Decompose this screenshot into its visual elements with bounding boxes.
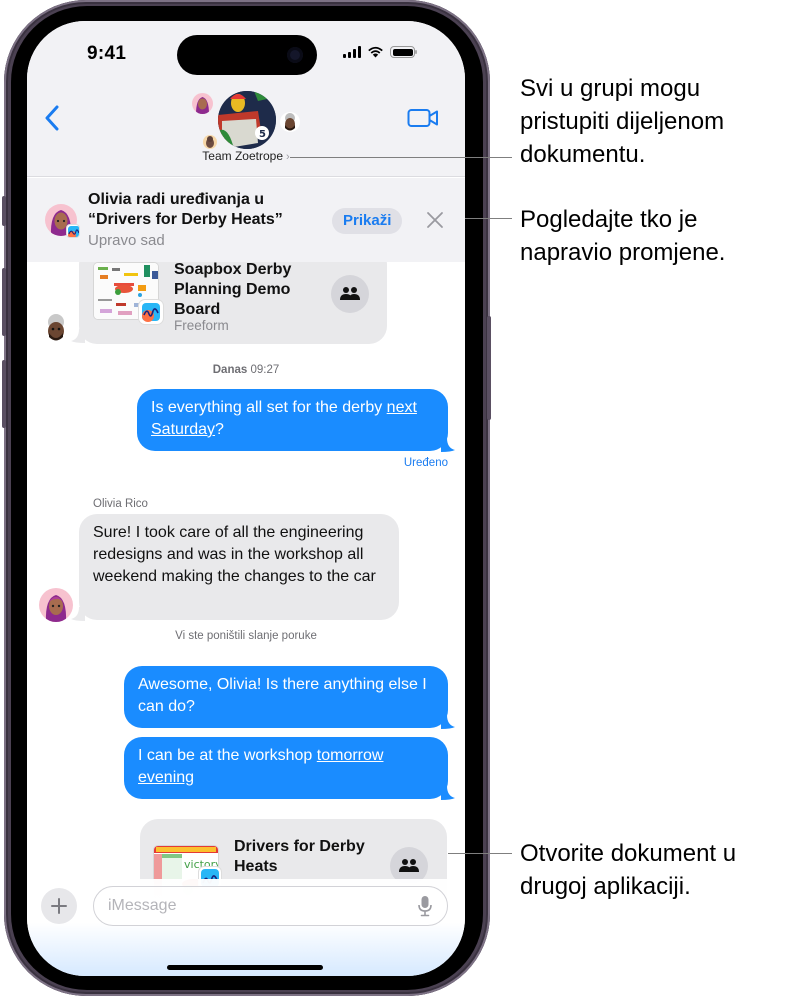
banner-title: Olivia radi uređivanja u “Drivers for De…: [88, 191, 283, 228]
card-title: Drivers for Derby Heats: [234, 838, 365, 875]
side-button: [487, 316, 491, 420]
group-avatar[interactable]: 5: [218, 91, 276, 149]
edited-label[interactable]: Uređeno: [404, 457, 448, 469]
callout-open-document: Otvorite dokument u drugoj aplikaciji.: [520, 840, 737, 900]
member-avatar: [203, 135, 217, 149]
message-text-end: ?: [215, 421, 224, 438]
microphone-icon[interactable]: [417, 895, 433, 917]
callout-see-changes: Pogledajte tko je napravio promjene.: [520, 206, 726, 266]
cellular-signal-icon: [343, 46, 361, 58]
bubble-tail: [441, 438, 455, 452]
view-button[interactable]: Prikaži: [332, 208, 403, 234]
timestamp-time: 09:27: [250, 364, 280, 376]
people-icon: [399, 859, 419, 872]
close-icon[interactable]: [425, 210, 445, 230]
message-text: I can be at the workshop: [138, 747, 317, 764]
freeform-app-badge: [66, 224, 80, 238]
unsend-notice: Vi ste poništili slanje poruke: [175, 630, 317, 642]
card-title: Soapbox Derby Planning Demo Board: [174, 261, 292, 318]
battery-icon: [390, 46, 417, 58]
camera-icon: [287, 47, 303, 63]
message-text: Is everything all set for the derby: [151, 399, 387, 416]
messages-screen: Soapbox Derby Planning Demo Board Freefo…: [27, 21, 465, 976]
message-text: Sure! I took care of all the engineering…: [93, 524, 376, 585]
message-text: Awesome, Olivia! Is there anything else …: [138, 676, 427, 715]
sender-avatar-memoji: [41, 313, 71, 343]
incoming-message[interactable]: Sure! I took care of all the engineering…: [79, 514, 399, 620]
status-bar: 9:41: [27, 21, 465, 91]
freeform-app-badge: [139, 300, 163, 324]
callout-group-access: Svi u grupi mogu pristupiti dijeljenom d…: [520, 75, 725, 168]
sender-name: Olivia Rico: [93, 498, 148, 510]
collaboration-update-banner[interactable]: Olivia radi uređivanja u “Drivers for De…: [27, 178, 465, 262]
plus-button[interactable]: [41, 888, 77, 924]
video-camera-icon[interactable]: [407, 107, 439, 129]
wifi-icon: [368, 46, 383, 58]
outgoing-message[interactable]: Awesome, Olivia! Is there anything else …: [124, 666, 448, 728]
message-input-bar: [27, 879, 465, 976]
member-avatar: [192, 93, 213, 114]
bubble-tail: [441, 786, 455, 800]
svg-text:5: 5: [259, 129, 266, 140]
card-app-name: Freeform: [174, 318, 229, 333]
volume-up-button: [2, 268, 6, 336]
group-name: Team Zoetrope: [202, 149, 284, 163]
member-avatar: [280, 112, 300, 132]
plus-icon: [51, 898, 67, 914]
status-time: 9:41: [87, 43, 127, 64]
bubble-tail: [71, 607, 85, 621]
dynamic-island: [177, 35, 317, 75]
chevron-left-icon[interactable]: [41, 103, 65, 133]
timestamp: Danas 09:27: [27, 364, 465, 376]
action-button: [2, 196, 6, 226]
volume-down-button: [2, 360, 6, 428]
conversation-header: 5 Team Zoetrope ›: [27, 91, 465, 177]
people-icon: [340, 287, 360, 300]
home-indicator[interactable]: [167, 965, 323, 970]
imessage-input[interactable]: [93, 886, 448, 926]
group-name-button[interactable]: Team Zoetrope ›: [27, 149, 465, 163]
outgoing-message[interactable]: I can be at the workshop tomorrow evenin…: [124, 737, 448, 799]
sender-avatar-olivia: [39, 588, 73, 622]
banner-subtitle: Upravo sad: [88, 232, 165, 249]
callout-leader-line: [290, 157, 512, 158]
outgoing-message[interactable]: Is everything all set for the derby next…: [137, 389, 448, 451]
bubble-tail: [441, 715, 455, 729]
collaboration-button[interactable]: [331, 275, 369, 313]
status-icons: [343, 46, 417, 58]
callout-leader-line: [448, 853, 512, 854]
timestamp-day: Danas: [212, 364, 251, 376]
